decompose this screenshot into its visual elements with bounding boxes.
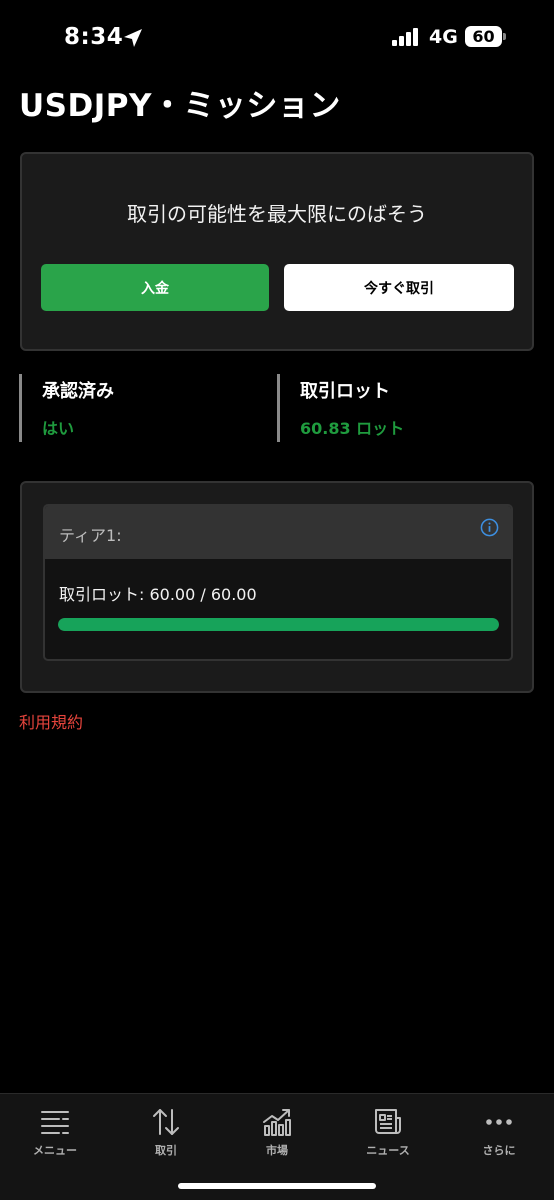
promo-text: 取引の可能性を最大限にのばそう xyxy=(127,202,427,226)
lots-value: 60.83 ロット xyxy=(300,419,405,438)
market-chart-icon xyxy=(263,1109,291,1136)
tier-header: ティア1: xyxy=(45,506,511,559)
approved-value: はい xyxy=(42,419,75,438)
deposit-button[interactable]: 入金 xyxy=(41,264,269,311)
signal-bars-icon xyxy=(392,28,420,46)
screen: 8:34 4G 60 USDJPY・ミッション 取引の可能性を最大限にのばそう … xyxy=(0,0,554,1200)
approved-stat: 承認済み はい xyxy=(19,374,259,442)
tier-label: ティア1: xyxy=(59,526,122,545)
tier-progress-fill xyxy=(58,618,499,631)
tab-menu[interactable]: メニュー xyxy=(5,1106,105,1158)
tab-more-label: さらに xyxy=(482,1144,516,1157)
home-indicator xyxy=(178,1183,376,1189)
more-dots-icon xyxy=(486,1119,512,1125)
promo-card: 取引の可能性を最大限にのばそう 入金 今すぐ取引 xyxy=(20,152,534,351)
news-icon xyxy=(375,1109,401,1134)
trade-now-button[interactable]: 今すぐ取引 xyxy=(284,264,514,311)
battery-cap xyxy=(503,33,506,40)
tab-market[interactable]: 市場 xyxy=(227,1106,327,1158)
tab-news-label: ニュース xyxy=(366,1144,410,1157)
tier-lots-text: 取引ロット: 60.00 / 60.00 xyxy=(59,585,257,604)
tab-news[interactable]: ニュース xyxy=(338,1106,438,1158)
tab-market-label: 市場 xyxy=(266,1144,288,1157)
terms-link[interactable]: 利用規約 xyxy=(19,709,83,733)
network-label: 4G xyxy=(429,26,458,48)
lots-stat: 取引ロット 60.83 ロット xyxy=(277,374,517,442)
tab-more[interactable]: さらに xyxy=(449,1106,549,1158)
menu-icon xyxy=(41,1111,69,1134)
tab-trade[interactable]: 取引 xyxy=(116,1106,216,1158)
tier-progress-bar xyxy=(58,618,499,631)
location-arrow-icon xyxy=(124,29,142,47)
page-title: USDJPY・ミッション xyxy=(19,88,341,124)
approved-label: 承認済み xyxy=(42,381,114,402)
tier-card: ティア1: 取引ロット: 60.00 / 60.00 xyxy=(20,481,534,693)
battery-icon: 60 xyxy=(465,26,502,47)
trade-arrows-icon xyxy=(153,1109,179,1135)
tab-trade-label: 取引 xyxy=(155,1144,177,1157)
status-time: 8:34 xyxy=(64,24,124,50)
status-bar: 8:34 4G 60 xyxy=(0,0,554,76)
tier-panel: ティア1: 取引ロット: 60.00 / 60.00 xyxy=(43,504,513,661)
lots-label: 取引ロット xyxy=(300,381,390,402)
tab-menu-label: メニュー xyxy=(33,1144,77,1157)
info-icon[interactable] xyxy=(480,518,499,537)
